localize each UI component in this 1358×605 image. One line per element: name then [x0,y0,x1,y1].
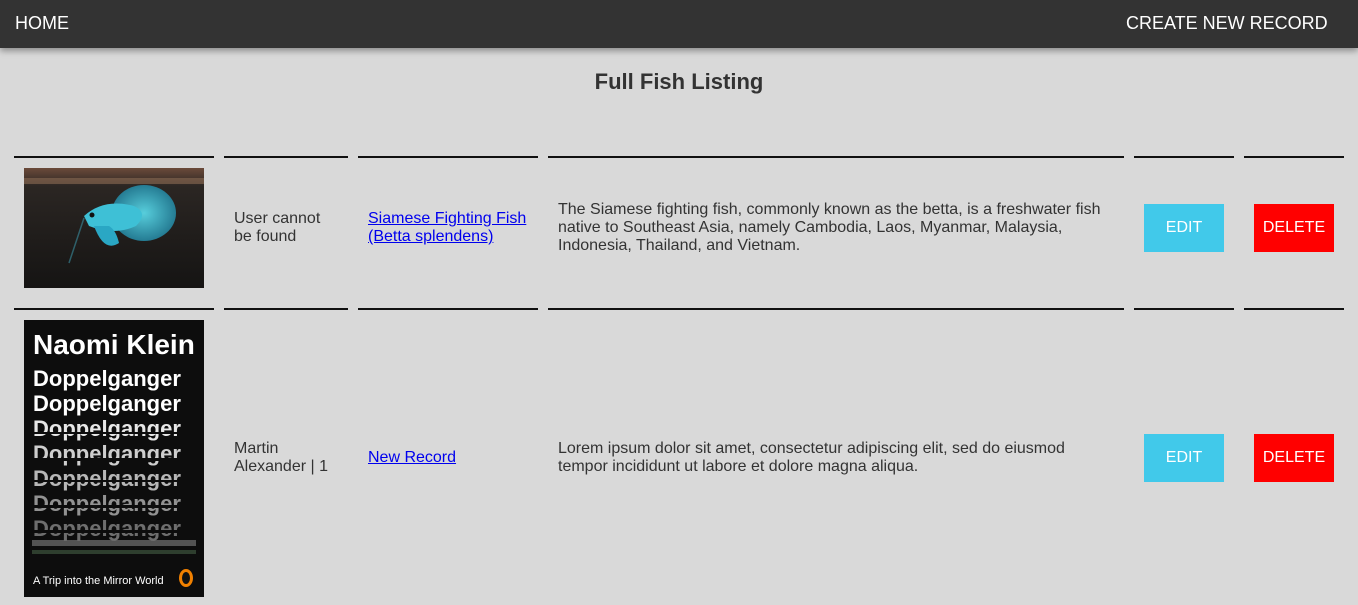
cover-title-echo: Doppelganger [33,416,181,441]
fish-record-link[interactable]: New Record [368,449,456,467]
description-line: The Siamese fighting fish, commonly know… [558,201,1101,218]
description-line: native to Southeast Asia, namely Cambodi… [558,219,1063,236]
cover-title-echo: Doppelganger [33,391,181,416]
fish-record-link[interactable]: Siamese Fighting Fish (Betta splendens) [368,210,526,246]
delete-button[interactable]: DELETE [1254,204,1334,252]
cover-author: Naomi Klein [33,329,195,360]
betta-fish-photo [24,168,204,288]
top-nav-bar: HOME CREATE NEW RECORD [0,0,1358,48]
user-line: Martin [234,440,279,457]
cover-title-echo: Doppelganger [33,466,181,491]
description-cell: The Siamese fighting fish, commonly know… [558,201,1118,255]
book-cover-image: Naomi Klein Doppelganger Doppelganger Do… [24,320,204,597]
user-line: Alexander | 1 [234,458,328,475]
user-line: User cannot [234,210,321,227]
cover-title-echo: Doppelganger [33,491,181,516]
user-cell: User cannot be found [234,210,320,246]
user-line: be found [234,228,297,245]
cover-title-echo: Doppelganger [33,516,181,541]
edit-button[interactable]: EDIT [1144,434,1224,482]
delete-button[interactable]: DELETE [1254,434,1334,482]
description-line: Lorem ipsum dolor sit amet, consectetur … [558,440,1065,457]
cover-title-echo: Doppelganger [33,441,181,466]
description-line: Indonesia, Thailand, and Vietnam. [558,237,801,254]
user-cell: Martin Alexander | 1 [234,440,328,476]
home-link[interactable]: HOME [15,13,69,34]
create-new-record-link[interactable]: CREATE NEW RECORD [1126,13,1328,34]
book-cover-art: Naomi Klein Doppelganger Doppelganger Do… [24,320,204,597]
page-title: Full Fish Listing [594,69,764,94]
cover-title: Doppelganger [33,366,181,391]
edit-button[interactable]: EDIT [1144,204,1224,252]
fish-image [24,168,204,288]
cover-subtitle: A Trip into the Mirror World [33,575,164,587]
link-line[interactable]: Siamese Fighting Fish [368,210,526,228]
description-cell: Lorem ipsum dolor sit amet, consectetur … [558,440,1118,476]
description-line: tempor incididunt ut labore et dolore ma… [558,458,919,475]
link-line[interactable]: (Betta splendens) [368,228,526,246]
